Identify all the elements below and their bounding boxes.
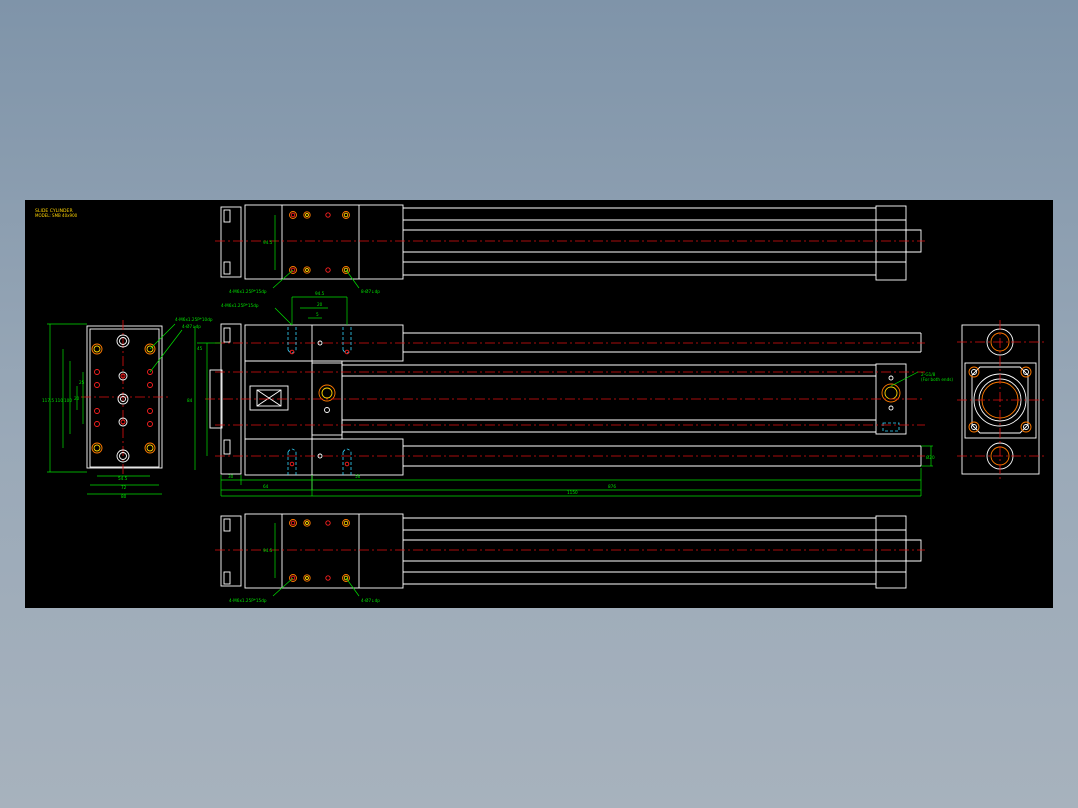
callout-bottom-holes-b: 4-Ø7↓dp [361, 598, 380, 603]
dim-left-20: 20 [74, 396, 80, 401]
dim-mid-1150: 1150 [567, 490, 578, 495]
callout-right-port-b: (For both ends) [921, 377, 953, 382]
left-end-view: 117.5 110 100 20 25 54.5 72 80 4-M6x1.25… [42, 317, 213, 499]
dim-mid-64: 64 [263, 484, 269, 489]
dim-mid-84: 84 [187, 398, 193, 403]
dim-left-100: 100 [64, 398, 72, 403]
dim-left-110: 110 [55, 398, 63, 403]
middle-front-view: 94.5 20 5 84 45 4-M6x1.25P*15dp 30 64 56… [187, 291, 953, 497]
dim-mid-876: 876 [608, 484, 616, 489]
middle-hidden-holes [287, 327, 352, 475]
title-line-2: MODEL: SMB 40x900 [35, 213, 78, 218]
callout-left-holes-a: 4-M6x1.25P*10dp [175, 317, 213, 322]
dim-left-25: 25 [79, 380, 85, 385]
dim-mid-945: 94.5 [315, 291, 325, 296]
cad-drawing: SLIDE CYLINDER MODEL: SMB 40x900 94.5 4-… [35, 204, 1045, 603]
dim-mid-45: 45 [197, 346, 203, 351]
dim-left-545: 54.5 [118, 476, 128, 481]
dim-left-80: 80 [121, 494, 127, 499]
dim-mid-20: 20 [317, 302, 323, 307]
dim-left-1175: 117.5 [42, 398, 54, 403]
right-end-view [957, 320, 1045, 480]
callout-bottom-holes-a: 4-M6x1.25P*15dp [229, 598, 267, 603]
callout-top-holes-b: 8-Ø7↓dp [361, 289, 380, 294]
top-view: 94.5 4-M6x1.25P*15dp 8-Ø7↓dp [215, 204, 925, 294]
bottom-view: 94.5 4-M6x1.25P*15dp 4-Ø7↓dp [215, 513, 925, 603]
dim-mid-56: 56 [355, 474, 361, 479]
top-view-holes [289, 211, 350, 274]
dim-top-945: 94.5 [263, 240, 273, 245]
callout-left-holes-b: 4-Ø7↓dp [182, 324, 201, 329]
drawing-viewport[interactable]: SLIDE CYLINDER MODEL: SMB 40x900 94.5 4-… [25, 200, 1053, 608]
left-end-holes [91, 334, 156, 463]
dim-left-72: 72 [121, 485, 127, 490]
callout-top-holes-a: 4-M6x1.25P*15dp [229, 289, 267, 294]
bottom-view-holes [289, 519, 350, 582]
dim-mid-phi20: Ø20 [926, 455, 935, 460]
dim-bottom-945: 94.5 [263, 548, 273, 553]
callout-mid-holes-a: 4-M6x1.25P*15dp [221, 303, 259, 308]
dim-mid-30: 30 [228, 474, 234, 479]
dim-mid-5: 5 [316, 312, 319, 317]
